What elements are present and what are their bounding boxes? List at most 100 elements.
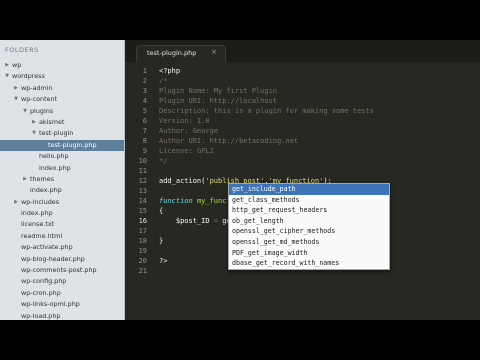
file-tree: ▶ wp ▼ wordpress ▶ wp-admin ▼ wp-content ▼ plugin…	[0, 60, 124, 320]
autocomplete-item[interactable]: get_class_methods	[229, 195, 389, 206]
chevron-down-icon[interactable]: ▼	[4, 71, 10, 82]
tree-item[interactable]: wp-cron.php	[0, 288, 124, 299]
line-number: 12	[138, 177, 147, 185]
tree-item[interactable]: test-plugin.php	[0, 139, 124, 152]
line-number: 15	[138, 207, 147, 215]
top-letterbox	[0, 0, 480, 40]
chevron-down-icon[interactable]: ▼	[22, 106, 28, 117]
tree-item-label: test-plugin	[39, 129, 74, 138]
close-icon[interactable]: ×	[211, 48, 217, 56]
tree-item[interactable]: ▶ akismet	[0, 117, 124, 128]
chevron-right-icon[interactable]: ▶	[13, 197, 19, 208]
code-line[interactable]: /*	[159, 76, 469, 86]
code-line[interactable]: Plugin Name: My first Plugin	[159, 86, 469, 96]
tree-item[interactable]: wp-config.php	[0, 276, 124, 287]
tree-item-label: wp	[12, 61, 22, 69]
autocomplete-item[interactable]: ob_get_length	[229, 216, 389, 227]
chevron-right-icon[interactable]: ▶	[4, 60, 10, 71]
tree-item[interactable]: wp-blog-header.php	[0, 254, 124, 265]
tree-item-label: plugins	[30, 106, 54, 115]
autocomplete-item[interactable]: get_include_path	[229, 184, 389, 195]
folders-sidebar: FOLDERS ▶ wp ▼ wordpress ▶ wp-admin ▼ wp-conten…	[0, 40, 125, 320]
code-line[interactable]: <?php	[159, 66, 469, 76]
autocomplete-item[interactable]: openssl_get_md_methods	[229, 237, 389, 248]
tree-item[interactable]: ▼ wp-content	[0, 94, 124, 105]
autocomplete-item[interactable]: dbase_get_record_with_names	[229, 258, 389, 269]
tree-item[interactable]: index.php	[0, 208, 124, 219]
tab-bar: test-plugin.php ×	[125, 40, 480, 62]
line-number: 10	[138, 157, 147, 165]
tree-item[interactable]: license.txt	[0, 219, 124, 230]
tree-item[interactable]: hello.php	[0, 151, 124, 162]
tree-item-label: themes	[30, 174, 54, 183]
code-line[interactable]: */	[159, 156, 469, 166]
tree-item-label: index.php	[39, 163, 71, 172]
code-line[interactable]: License: GPL2	[159, 146, 469, 156]
tree-item[interactable]: ▶ wp-includes	[0, 197, 124, 208]
tree-item[interactable]: ▼ test-plugin	[0, 128, 124, 139]
tree-item[interactable]: index.php	[0, 163, 124, 174]
code-token: Author: George	[159, 127, 219, 135]
tree-item-label: wp-content	[21, 95, 58, 104]
tree-item-label: wordpress	[12, 72, 45, 81]
tree-item-label: wp-config.php	[21, 277, 67, 286]
code-line[interactable]: Author URI: http://betacoding.net	[159, 136, 469, 146]
autocomplete-item[interactable]: openssl_get_cipher_methods	[229, 226, 389, 237]
line-number: 20	[138, 257, 147, 265]
tab-label: test-plugin.php	[147, 49, 197, 57]
code-line[interactable]: Plugin URI: http://localhost	[159, 96, 469, 106]
code-line[interactable]: Version: 1.0	[159, 116, 469, 126]
code-token: Plugin Name: My first Plugin	[159, 87, 278, 95]
line-number: 6	[142, 117, 147, 125]
code-token: <?php	[159, 67, 181, 75]
tab-test-plugin[interactable]: test-plugin.php ×	[136, 45, 226, 62]
tree-item-label: akismet	[39, 117, 65, 126]
tree-item[interactable]: ▶ themes	[0, 174, 124, 185]
code-token: */	[159, 157, 168, 165]
code-token: Description: this is a plugin for making…	[159, 107, 374, 115]
line-number: 21	[138, 267, 147, 275]
tree-item[interactable]: readme.html	[0, 231, 124, 242]
line-number: 8	[142, 137, 147, 145]
tree-item-label: license.txt	[21, 220, 55, 229]
tree-item[interactable]: wp-load.php	[0, 311, 124, 320]
bottom-letterbox	[0, 320, 480, 360]
chevron-down-icon[interactable]: ▼	[31, 128, 37, 139]
tree-item[interactable]: wp-links-opml.php	[0, 299, 124, 310]
tree-item-label: readme.html	[21, 231, 63, 240]
line-number: 14	[138, 197, 147, 205]
code-token: $post_ID	[159, 217, 214, 225]
autocomplete-item[interactable]: PDF_get_image_width	[229, 248, 389, 259]
code-token: Author URI: http://betacoding.net	[159, 137, 299, 145]
tree-item-label: wp-cron.php	[21, 288, 61, 297]
code-line[interactable]: Author: George	[159, 126, 469, 136]
autocomplete-item[interactable]: http_get_request_headers	[229, 205, 389, 216]
chevron-down-icon[interactable]: ▼	[13, 94, 19, 105]
line-number: 3	[142, 87, 147, 95]
tree-item-label: index.php	[21, 209, 53, 218]
code-line[interactable]: Description: this is a plugin for making…	[159, 106, 469, 116]
tree-item[interactable]: index.php	[0, 185, 124, 196]
chevron-right-icon[interactable]: ▶	[13, 83, 19, 94]
tree-item[interactable]: ▶ wp	[0, 60, 124, 71]
tree-item[interactable]: ▶ wp-admin	[0, 83, 124, 94]
line-number-gutter: 1 2 3 4 5 6 7 8 9 10 11 12 13 14 15 16 17 18 19 20 21	[125, 66, 147, 276]
line-number: 11	[138, 167, 147, 175]
tree-item-label: index.php	[30, 186, 62, 195]
line-number: 9	[142, 147, 147, 155]
line-number: 18	[138, 237, 147, 245]
tree-item-label: wp-comments-post.php	[21, 266, 97, 275]
code-token: function	[159, 197, 193, 205]
tree-item[interactable]: ▼ plugins	[0, 106, 124, 117]
line-number: 2	[142, 77, 147, 85]
code-line[interactable]	[159, 166, 469, 176]
tree-item[interactable]: wp-activate.php	[0, 242, 124, 253]
editor-window: FOLDERS ▶ wp ▼ wordpress ▶ wp-admin ▼ wp-conten…	[0, 40, 480, 320]
chevron-right-icon[interactable]: ▶	[31, 117, 37, 128]
tree-item[interactable]: ▼ wordpress	[0, 71, 124, 82]
tree-item[interactable]: wp-comments-post.php	[0, 265, 124, 276]
chevron-right-icon[interactable]: ▶	[22, 174, 28, 185]
tree-item-label: wp-links-opml.php	[21, 300, 80, 309]
tree-item-label: hello.php	[39, 152, 69, 161]
code-token: {	[159, 207, 164, 215]
